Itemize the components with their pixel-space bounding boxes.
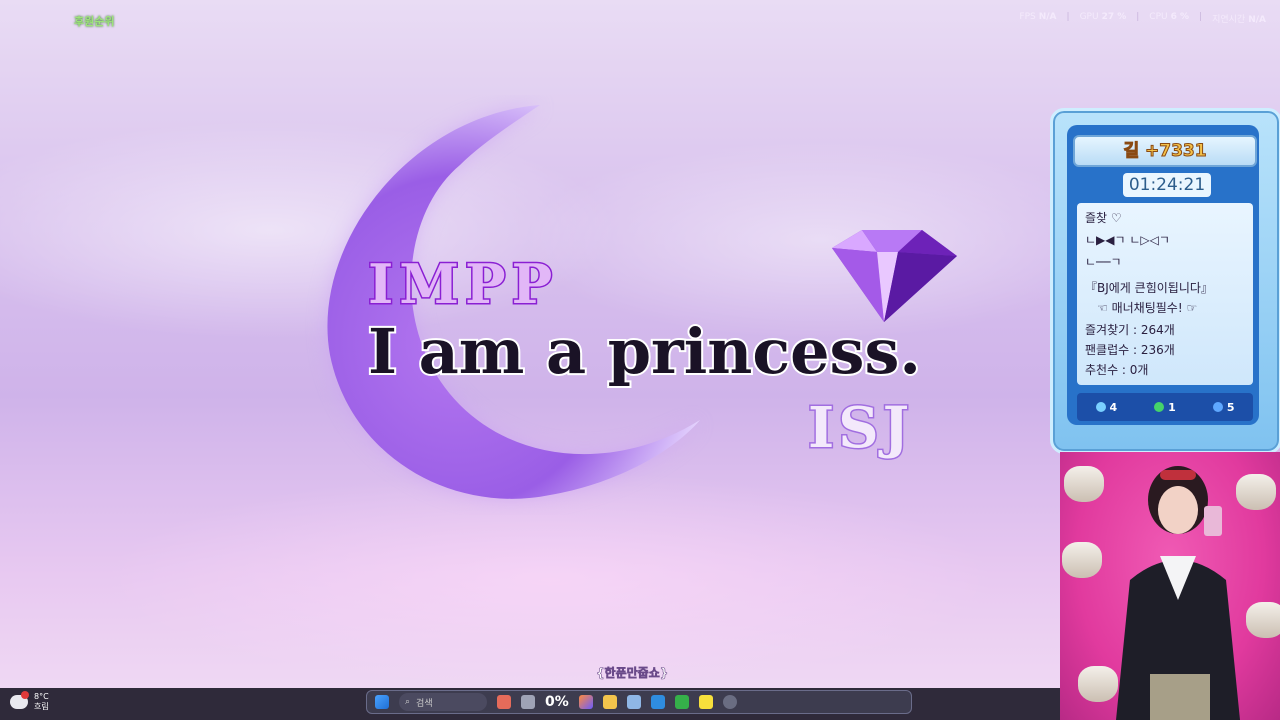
weather-temperature: 8°C: [34, 692, 49, 701]
fanclub-count: 팬클럽수 : 236개: [1085, 343, 1175, 357]
search-icon: ⌕: [405, 697, 411, 707]
cloud-icon: [10, 691, 29, 709]
panel-header: 길 +7331: [1073, 135, 1257, 167]
kakaotalk-icon[interactable]: [698, 695, 713, 709]
badge-icon: [1154, 402, 1165, 412]
level-chip: 5: [1212, 401, 1234, 414]
weather-widget[interactable]: 8°C 흐림: [10, 691, 49, 712]
diamond-icon: [832, 230, 957, 322]
weather-condition: 흐림: [34, 702, 49, 711]
store-icon[interactable]: [626, 695, 641, 709]
favorites-count: 즐겨찾기 : 264개: [1085, 323, 1175, 337]
search-placeholder: 검색: [416, 698, 433, 709]
app-green-icon[interactable]: [674, 695, 689, 709]
donation-tag: {한푼만줍쇼}: [596, 666, 669, 681]
stat-gpu: GPU 27 %: [1079, 12, 1127, 22]
infinity-icon: [1095, 402, 1106, 412]
panel-status-bar: 4 1 5: [1077, 393, 1253, 421]
performance-stats: FPS N/A | GPU 27 % | CPU 6 % | 지연시간 N/A: [1019, 12, 1266, 25]
rank-chip: 1: [1154, 401, 1176, 414]
windows-start-icon[interactable]: [375, 695, 389, 709]
viewer-chip: 4: [1095, 401, 1117, 414]
copilot-icon[interactable]: [578, 695, 593, 709]
top-left-logo: 후원순위: [74, 15, 115, 28]
clock-app-icon[interactable]: [722, 695, 737, 709]
stat-fps: FPS N/A: [1019, 12, 1057, 22]
streamer-silhouette: [1116, 466, 1240, 720]
taskbar-search[interactable]: ⌕ 검색: [399, 693, 487, 711]
note-line: ㄴ──ㄱ: [1085, 255, 1122, 269]
gift-icon[interactable]: [497, 695, 511, 709]
cat-sticker: [1062, 542, 1102, 578]
stream-timer: 01:24:21: [1123, 173, 1211, 197]
note-line: 즐찾 ♡: [1085, 211, 1122, 225]
cat-sticker: [1246, 602, 1280, 638]
stat-latency: 지연시간 N/A: [1212, 15, 1266, 25]
recommend-count: 추천수 : 0개: [1085, 363, 1149, 377]
cpu-percent-widget[interactable]: 0%: [545, 694, 569, 710]
note-line: ☜ 매너채팅필수! ☞: [1097, 301, 1198, 315]
title-isj: ISJ: [806, 394, 914, 463]
broadcast-info-panel: 길 +7331 01:24:21 즐찾 ♡ ㄴ▶◀ㄱ ㄴ▷◁ㄱ ㄴ──ㄱ 『BJ…: [1050, 108, 1280, 454]
stat-cpu: CPU 6 %: [1149, 12, 1190, 22]
level-icon: [1212, 402, 1223, 412]
mail-icon[interactable]: [650, 695, 665, 709]
note-line: 『BJ에게 큰힘이됩니다』: [1085, 281, 1213, 295]
note-line: ㄴ▶◀ㄱ ㄴ▷◁ㄱ: [1085, 233, 1170, 247]
title-impp: IMPP: [366, 251, 559, 318]
cat-sticker: [1064, 466, 1104, 502]
webcam-overlay: [1060, 452, 1280, 720]
task-view-icon[interactable]: [521, 695, 535, 709]
folder-icon[interactable]: [602, 695, 617, 709]
panel-notes: 즐찾 ♡ ㄴ▶◀ㄱ ㄴ▷◁ㄱ ㄴ──ㄱ 『BJ에게 큰힘이됩니다』 ☜ 매너채팅…: [1077, 203, 1253, 385]
taskbar-dock: ⌕ 검색 0%: [366, 690, 912, 714]
